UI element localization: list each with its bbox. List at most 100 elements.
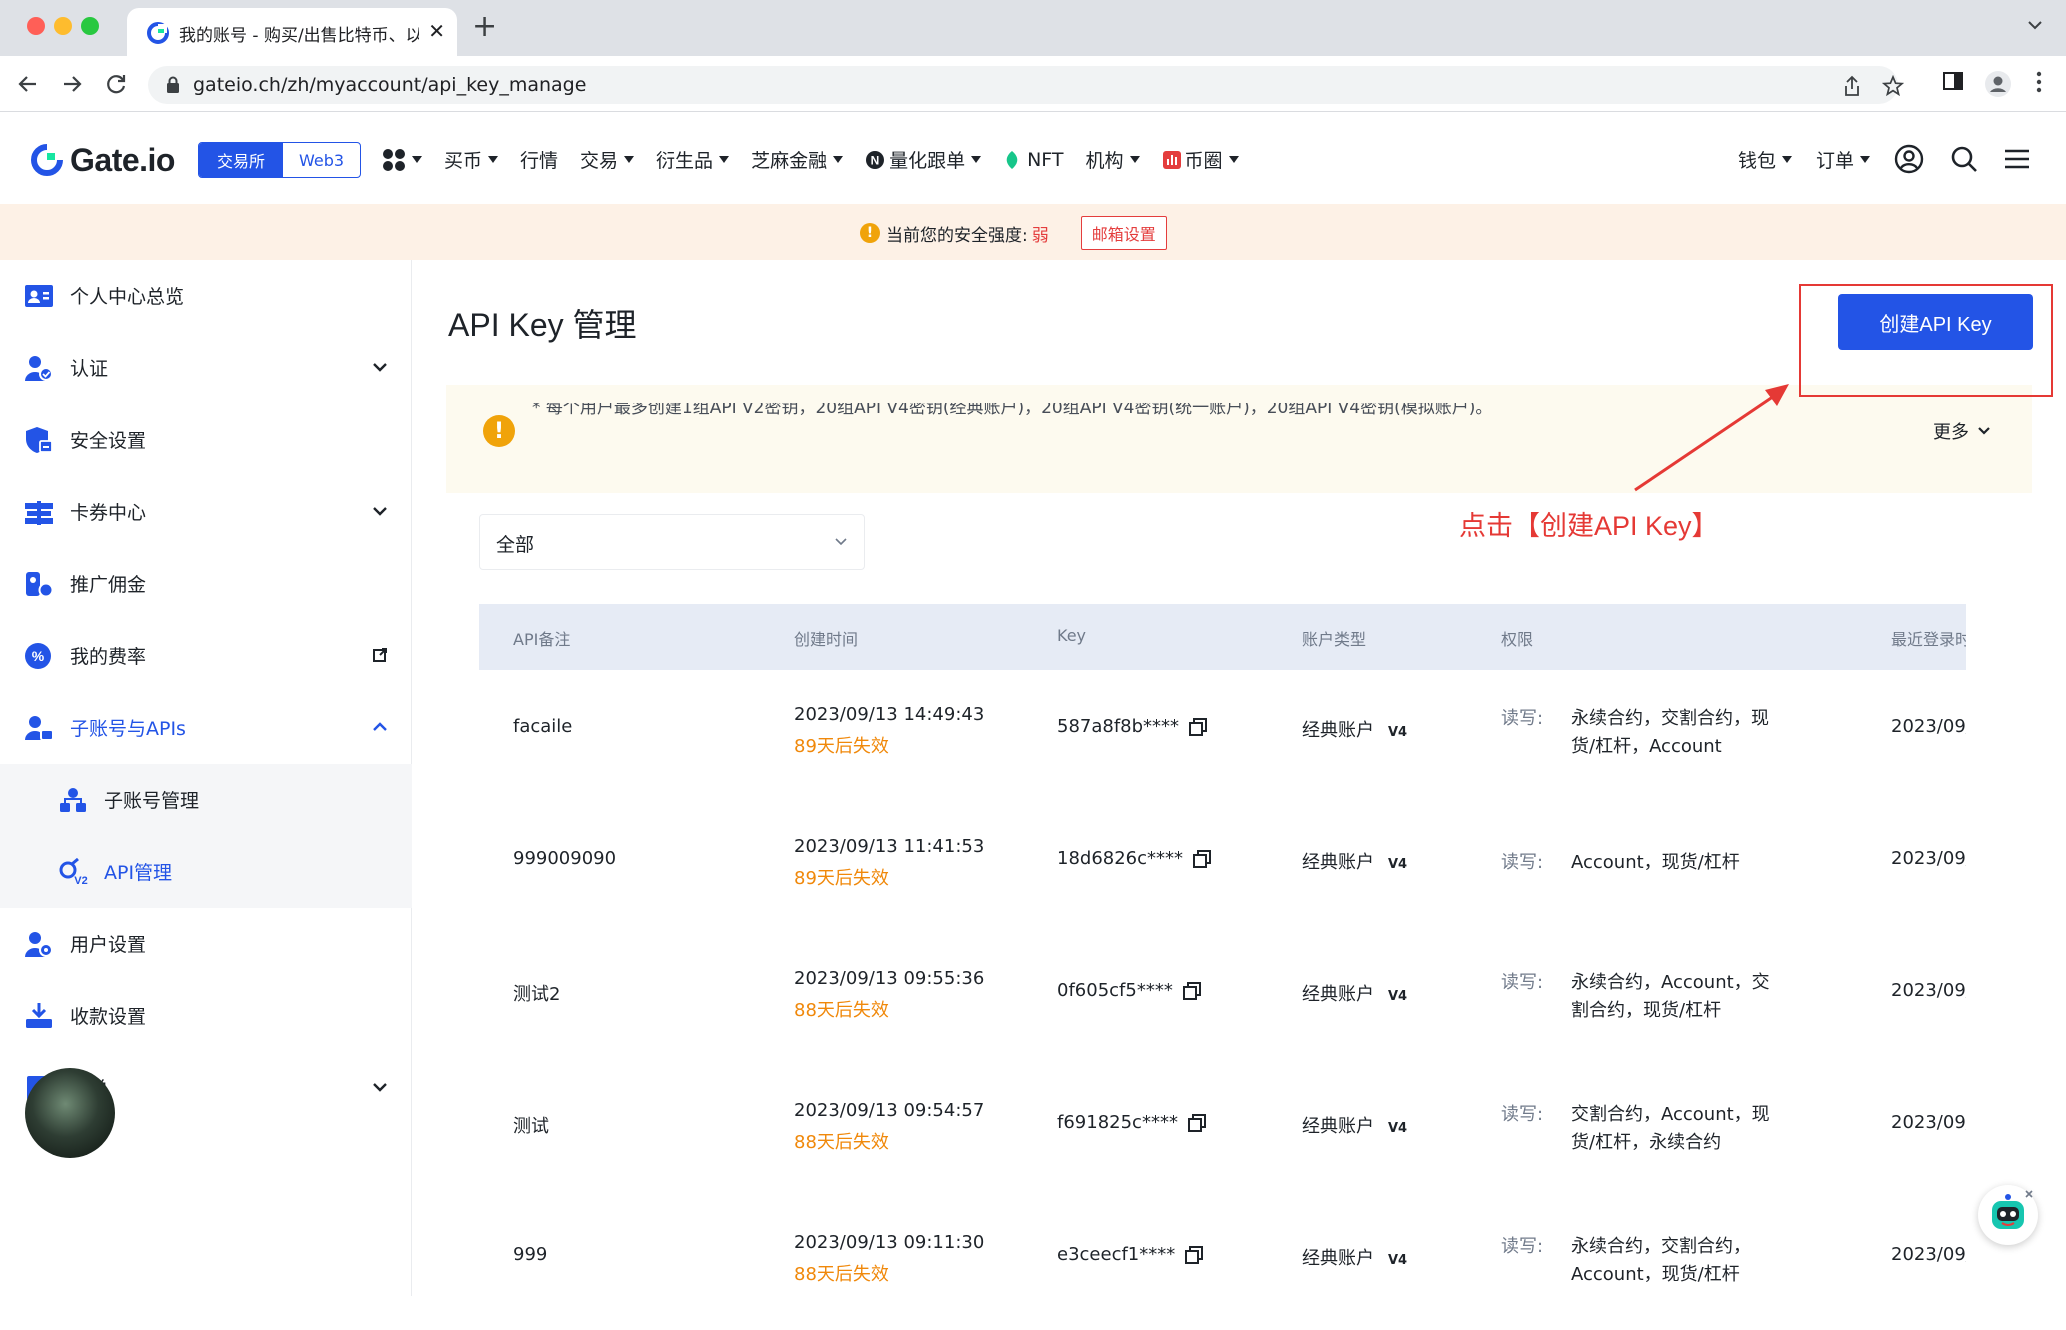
- address-bar[interactable]: gateio.ch/zh/myaccount/api_key_manage: [148, 66, 1904, 104]
- filter-value: 全部: [496, 534, 535, 556]
- copy-icon[interactable]: [1182, 982, 1201, 1000]
- browser-menu-icon[interactable]: [2036, 70, 2042, 94]
- bookmark-star-icon[interactable]: [1882, 75, 1904, 97]
- close-window-button[interactable]: [27, 17, 45, 35]
- nav-nft[interactable]: NFT: [1003, 149, 1064, 171]
- search-icon[interactable]: [1950, 145, 1978, 173]
- ticket-icon: [25, 501, 53, 525]
- exchange-web3-switch[interactable]: 交易所 Web3: [198, 142, 361, 178]
- caret-down-icon: [624, 156, 635, 163]
- sidebar-item-payment-settings[interactable]: 收款设置: [0, 980, 412, 1052]
- percent-icon: %: [25, 643, 51, 669]
- more-toggle[interactable]: 更多: [1933, 418, 1991, 444]
- created-time: 2023/09/13 14:49:43: [794, 704, 985, 725]
- create-api-key-button[interactable]: 创建API Key: [1838, 294, 2033, 350]
- caret-down-icon: [1860, 155, 1870, 163]
- maximize-window-button[interactable]: [81, 17, 99, 35]
- api-type-filter-select[interactable]: 全部: [479, 514, 865, 570]
- api-key-icon: V2: [59, 858, 88, 886]
- sidebar-item-coupons[interactable]: 卡券中心: [0, 476, 412, 548]
- profile-card-icon: [25, 285, 53, 307]
- created-time: 2023/09/13 11:41:53: [794, 836, 985, 857]
- caret-down-icon: [412, 156, 422, 163]
- right-nav: 钱包 订单: [1738, 144, 2030, 174]
- main-nav: 买币 行情 交易 衍生品 芝麻金融 N 量化跟单 NFT 机构 币圈: [382, 146, 1261, 173]
- api-note: 测试2: [513, 984, 561, 1005]
- permission-label: 读写:: [1501, 852, 1544, 873]
- nav-orders[interactable]: 订单: [1816, 146, 1870, 173]
- hamburger-menu-icon[interactable]: [2004, 148, 2030, 170]
- nav-markets[interactable]: 行情: [520, 146, 558, 173]
- chevron-down-icon: [835, 538, 847, 546]
- robot-support-icon: [1992, 1190, 2033, 1229]
- copy-icon[interactable]: [1193, 850, 1212, 868]
- sidebar-item-fee-rate[interactable]: % 我的费率: [0, 620, 412, 692]
- sidebar-item-user-settings[interactable]: 用户设置: [0, 908, 412, 980]
- tab-close-icon[interactable]: ✕: [428, 19, 445, 43]
- exchange-tab[interactable]: 交易所: [199, 143, 283, 177]
- sidebar-item-overview[interactable]: 个人中心总览: [0, 260, 412, 332]
- nav-coin-circle[interactable]: 币圈: [1162, 146, 1239, 173]
- share-icon[interactable]: [1842, 75, 1862, 97]
- new-tab-button[interactable]: +: [472, 9, 497, 44]
- nav-derivatives[interactable]: 衍生品: [656, 146, 730, 173]
- api-limit-notice: ! * 每个用户最多创建1组API V2密钥，20组API V4密钥(经典账户)…: [446, 385, 2032, 493]
- nav-trade[interactable]: 交易: [580, 146, 635, 173]
- sidebar-item-security[interactable]: 安全设置: [0, 404, 412, 476]
- sidebar-item-subaccounts-apis[interactable]: 子账号与APIs: [0, 692, 412, 764]
- reload-icon[interactable]: [102, 70, 130, 98]
- forward-arrow-icon[interactable]: [58, 70, 86, 98]
- sidebar-item-api-management[interactable]: V2 API管理: [0, 836, 412, 908]
- caret-down-icon: [971, 156, 982, 163]
- browser-tab[interactable]: 我的账号 - 购买/出售比特币、以 ✕: [127, 8, 457, 56]
- floating-avatar-overlay[interactable]: [25, 1068, 115, 1158]
- sidebar-item-subaccount-management[interactable]: 子账号管理: [0, 764, 412, 836]
- permission-line-2: Account，现货/杠杆: [1571, 1264, 1740, 1285]
- nav-institutional[interactable]: 机构: [1086, 146, 1140, 173]
- expiry-text: 89天后失效: [794, 736, 889, 757]
- table-row: 测试2 2023/09/13 09:55:36 88天后失效 0f605cf5*…: [479, 934, 2032, 1066]
- nav-finance[interactable]: 芝麻金融: [751, 146, 844, 173]
- minimize-window-button[interactable]: [54, 17, 72, 35]
- email-settings-button[interactable]: 邮箱设置: [1080, 216, 1167, 250]
- nav-wallet[interactable]: 钱包: [1738, 146, 1792, 173]
- nft-leaf-icon: [1006, 150, 1018, 169]
- support-bot-button[interactable]: [1978, 1185, 2038, 1245]
- copy-icon[interactable]: [1187, 1114, 1206, 1132]
- permission-line-2: 割合约，现货/杠杆: [1571, 1000, 1722, 1021]
- expiry-text: 89天后失效: [794, 868, 889, 889]
- web3-tab[interactable]: Web3: [283, 143, 360, 177]
- copy-icon[interactable]: [1185, 1246, 1204, 1264]
- side-panel-icon[interactable]: [1942, 70, 1964, 92]
- sidebar-item-verification[interactable]: 认证: [0, 332, 412, 404]
- nav-buy-crypto[interactable]: 买币: [444, 146, 499, 173]
- sidebar-item-referral[interactable]: 推广佣金: [0, 548, 412, 620]
- nav-apps-menu[interactable]: [382, 148, 422, 172]
- tab-search-chevron-icon[interactable]: [2026, 16, 2044, 34]
- copy-icon[interactable]: [1189, 718, 1208, 736]
- chevron-down-icon: [373, 1083, 387, 1092]
- table-row: facaile 2023/09/13 14:49:43 89天后失效 587a8…: [479, 670, 2032, 802]
- account-type: 经典账户 V4: [1302, 984, 1408, 1005]
- security-level: 弱: [1031, 225, 1049, 246]
- version-badge: V4: [1388, 989, 1408, 1004]
- warning-icon: !: [483, 415, 515, 447]
- nav-copy-trading[interactable]: N 量化跟单: [865, 146, 982, 173]
- user-account-icon[interactable]: [1894, 144, 1924, 174]
- subaccount-tree-icon: [60, 788, 86, 812]
- user-settings-icon: [25, 932, 53, 957]
- api-note: 999009090: [513, 848, 617, 869]
- caret-down-icon: [488, 156, 499, 163]
- version-badge: V4: [1388, 1121, 1408, 1136]
- permission-line-1: Account，现货/杠杆: [1571, 852, 1740, 873]
- back-arrow-icon[interactable]: [14, 70, 42, 98]
- column-header-created: 创建时间: [794, 630, 859, 649]
- column-header-account-type: 账户类型: [1302, 630, 1367, 649]
- notice-text: * 每个用户最多创建1组API V2密钥，20组API V4密钥(经典账户)，2…: [532, 403, 1493, 418]
- created-time: 2023/09/13 09:55:36: [794, 968, 985, 989]
- profile-avatar-icon[interactable]: [1984, 70, 2012, 98]
- gateio-logo[interactable]: Gate.io: [30, 140, 175, 180]
- caret-down-icon: [719, 156, 730, 163]
- permission-line-2: 货/杠杆，永续合约: [1571, 1132, 1722, 1153]
- permission-line-1: 永续合约，交割合约，: [1571, 1236, 1751, 1257]
